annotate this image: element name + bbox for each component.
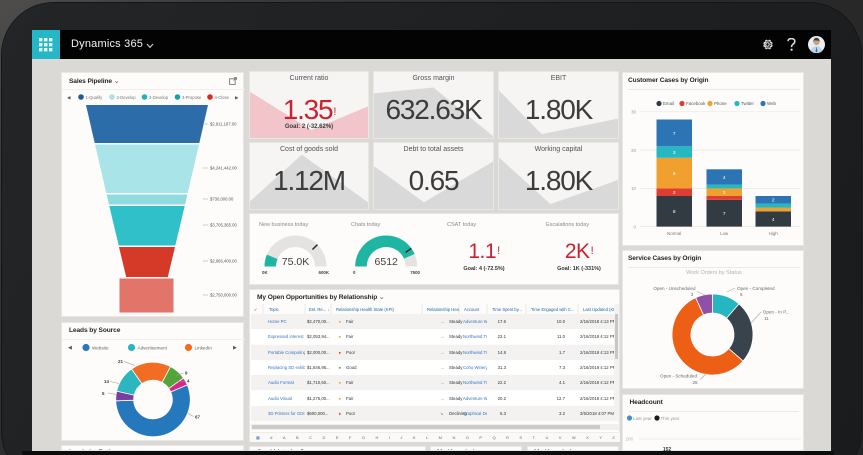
svg-text:67: 67 <box>195 415 200 420</box>
svg-text:8: 8 <box>673 209 676 215</box>
svg-text:8: 8 <box>673 171 676 177</box>
svg-text:Open - Unscheduled: Open - Unscheduled <box>653 286 696 291</box>
svg-text:5: 5 <box>740 292 743 297</box>
svg-text:600K: 600K <box>319 270 330 275</box>
svg-text:20: 20 <box>631 148 636 153</box>
svg-text:Normal: Normal <box>667 231 681 236</box>
svg-text:9: 9 <box>185 371 188 376</box>
svg-text:2: 2 <box>723 190 726 196</box>
svg-text:$2,911,187.00: $2,911,187.00 <box>210 122 237 127</box>
svg-text:Open - Scheduled: Open - Scheduled <box>660 374 697 379</box>
svg-text:Open - In P...: Open - In P... <box>763 310 790 315</box>
svg-text:$3,705,365.00: $3,705,365.00 <box>210 223 237 228</box>
svg-text:Web: Web <box>767 101 777 106</box>
svg-text:High: High <box>769 231 779 236</box>
svg-text:14: 14 <box>104 379 109 384</box>
svg-text:10: 10 <box>631 186 636 191</box>
svg-text:Open - Completed: Open - Completed <box>737 286 775 291</box>
svg-text:7: 7 <box>673 131 676 137</box>
svg-text:Low: Low <box>720 231 729 236</box>
svg-text:$2,750,000.00: $2,750,000.00 <box>210 293 237 298</box>
svg-text:6512: 6512 <box>375 256 399 268</box>
svg-text:3: 3 <box>673 150 676 156</box>
svg-text:4: 4 <box>187 379 190 384</box>
svg-text:$2,966,400.00: $2,966,400.00 <box>210 259 237 264</box>
svg-text:2: 2 <box>673 190 676 196</box>
svg-text:$730,000.00: $730,000.00 <box>210 197 234 202</box>
svg-text:11: 11 <box>764 316 769 321</box>
svg-text:21: 21 <box>118 359 123 364</box>
svg-text:This year: This year <box>661 416 680 421</box>
svg-text:3: 3 <box>691 292 694 297</box>
svg-text:25: 25 <box>692 380 698 385</box>
svg-text:0K: 0K <box>262 270 268 275</box>
svg-text:152: 152 <box>663 447 672 451</box>
svg-text:Last year: Last year <box>633 416 652 421</box>
svg-text:Phone: Phone <box>714 101 727 106</box>
svg-text:Twitter: Twitter <box>741 101 754 106</box>
svg-text:7: 7 <box>723 211 726 217</box>
svg-text:5: 5 <box>102 391 105 396</box>
svg-text:4: 4 <box>772 217 775 223</box>
svg-text:7500: 7500 <box>410 270 420 275</box>
svg-text:200: 200 <box>626 437 634 442</box>
svg-text:75.0K: 75.0K <box>282 256 309 268</box>
svg-text:0: 0 <box>634 224 637 229</box>
svg-text:Email: Email <box>663 101 674 106</box>
svg-text:4: 4 <box>723 175 726 181</box>
svg-text:2: 2 <box>772 198 775 204</box>
svg-text:Facebook: Facebook <box>686 101 706 106</box>
svg-text:30: 30 <box>631 110 636 115</box>
svg-text:0: 0 <box>353 270 356 275</box>
svg-text:$4,241,442.00: $4,241,442.00 <box>210 166 237 171</box>
